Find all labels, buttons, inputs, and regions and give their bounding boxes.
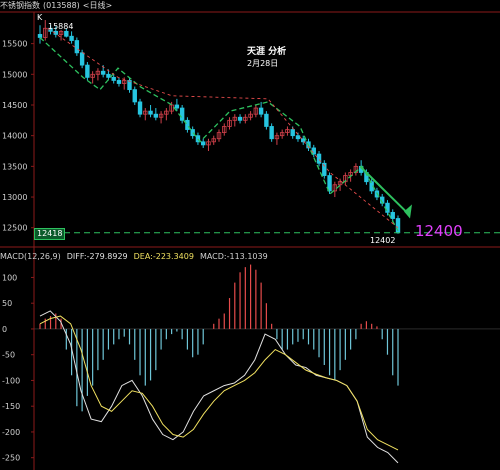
candle-body xyxy=(100,70,106,75)
candle-body xyxy=(79,52,85,66)
candle-body xyxy=(69,35,74,41)
candle-body xyxy=(185,119,190,130)
candle-body xyxy=(201,141,206,146)
candle-body xyxy=(295,135,301,140)
price-tick-label: 13500 xyxy=(2,162,27,171)
k-marker: K xyxy=(37,13,43,22)
price-tick-label: 15500 xyxy=(2,40,27,49)
high-price-label: 15884 xyxy=(48,22,74,31)
price-tick-label: 15000 xyxy=(2,70,27,79)
macd-params: MACD(12,26,9) xyxy=(0,252,61,261)
candle-body xyxy=(132,89,137,103)
macd-diff-line xyxy=(39,310,399,464)
macd-tick-label: 50 xyxy=(2,299,12,308)
macd-tick-label: -250 xyxy=(2,454,20,463)
candle-body xyxy=(390,211,395,219)
candle-body xyxy=(179,107,185,121)
price-tick-label: 14000 xyxy=(2,132,27,141)
macd-header: MACD(12,26,9) DIFF:-279.8929 DEA:-223.3409… xyxy=(0,251,274,263)
candle-body xyxy=(153,113,159,118)
trend-line-red xyxy=(47,27,399,229)
candle-body xyxy=(111,76,116,81)
macd-tick-label: -200 xyxy=(2,428,20,437)
candle-body xyxy=(174,104,180,109)
macd-dea-line xyxy=(39,315,399,451)
macd-tick-label: -50 xyxy=(2,351,15,360)
macd-dea: DEA:-223.3409 xyxy=(133,252,194,261)
price-tick-label: 12500 xyxy=(2,224,27,233)
price-tick-label: 13000 xyxy=(2,193,27,202)
candle-body xyxy=(85,64,90,78)
macd-value: MACD:-113.1039 xyxy=(199,252,268,261)
candle-body xyxy=(237,116,243,121)
candle-body xyxy=(301,138,306,143)
candle-body xyxy=(127,80,132,91)
macd-tick-label: 100 xyxy=(2,273,17,282)
candle-body xyxy=(264,113,269,127)
macd-diff: DIFF:-279.8929 xyxy=(66,252,128,261)
macd-tick-label: 0 xyxy=(2,325,7,334)
candle-body xyxy=(74,40,80,54)
candle-body xyxy=(64,30,69,37)
candle-body xyxy=(258,107,264,115)
candle-body xyxy=(269,126,274,140)
author-annotation: 天涯 分析 xyxy=(247,47,287,57)
candle-body xyxy=(316,153,322,164)
current-price-box: 12418 xyxy=(34,228,66,240)
candle-body xyxy=(106,73,111,78)
low-price-label: 12402 xyxy=(370,236,396,245)
price-tick-label: 14500 xyxy=(2,101,27,110)
target-arrow-head xyxy=(404,204,412,219)
candle-body xyxy=(148,110,153,115)
date-annotation: 2月28日 xyxy=(247,59,279,68)
target-price-annotation: 12400 xyxy=(415,222,463,240)
macd-tick-label: -150 xyxy=(2,402,20,411)
macd-tick-label: -100 xyxy=(2,376,20,385)
candle-body xyxy=(116,80,122,84)
candle-body xyxy=(137,101,143,115)
candle-body xyxy=(37,34,43,38)
candle-body xyxy=(290,129,295,137)
